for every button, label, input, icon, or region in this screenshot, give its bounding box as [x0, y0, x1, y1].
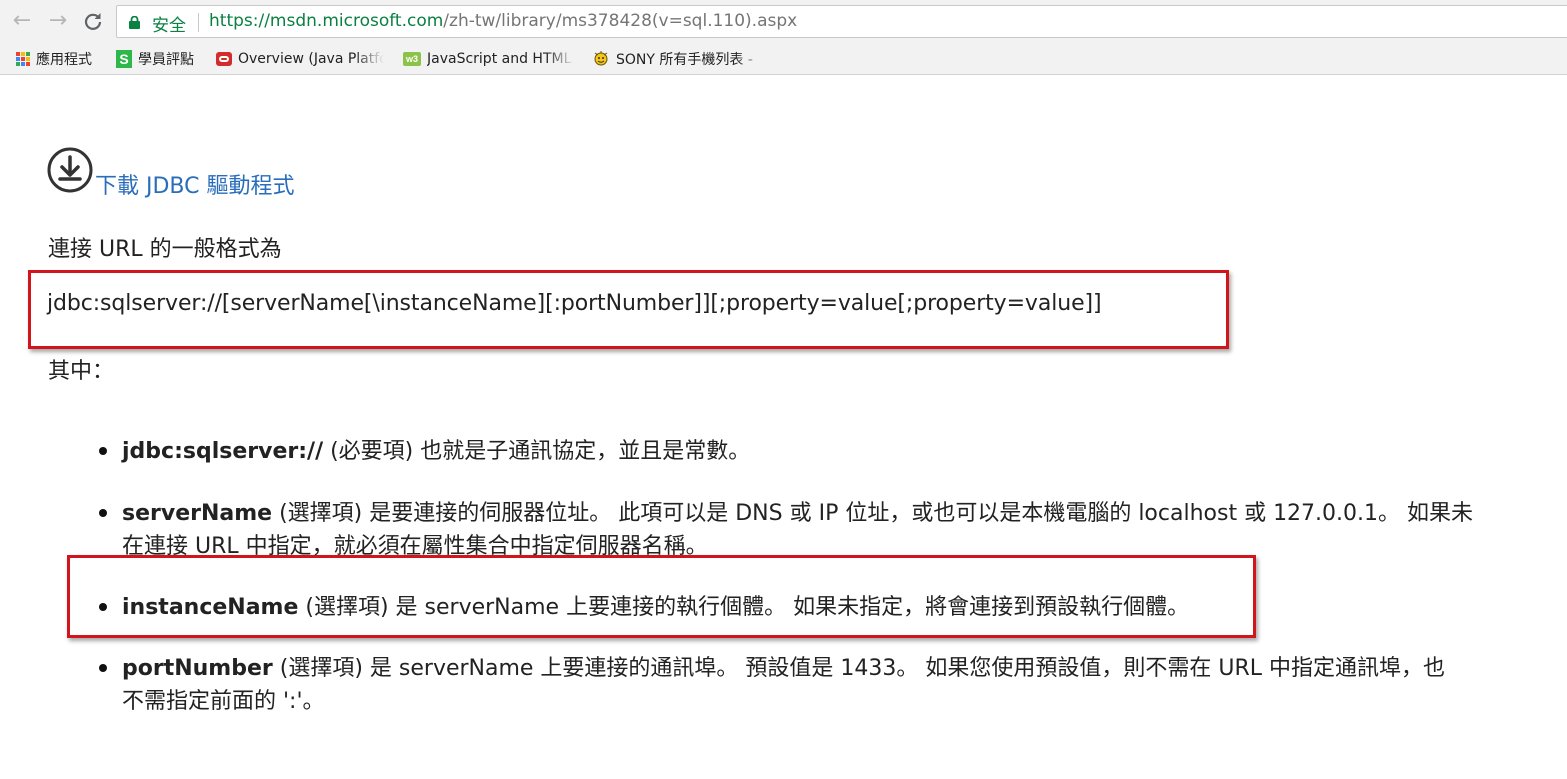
reload-glyph [84, 13, 102, 30]
description: (選擇項) 是要連接的伺服器位址。 此項可以是 DNS 或 IP 位址，或也可以… [272, 501, 1474, 526]
intro-text: 連接 URL 的一般格式為 [48, 237, 282, 262]
w3-icon: w3 [403, 52, 421, 66]
list-item-jdbc-protocol: jdbc:sqlserver:// (必要項) 也就是子通訊協定，並且是常數。 [122, 435, 750, 468]
term: jdbc:sqlserver:// [122, 439, 324, 464]
bookmark-label: SONY 所有手機列表 - [616, 52, 753, 68]
address-bar[interactable]: 安全 https://msdn.microsoft.com/zh-tw/libr… [116, 5, 1567, 38]
s-logo-icon: S [116, 50, 132, 68]
reload-icon[interactable] [79, 7, 107, 35]
download-jdbc-link[interactable]: 下載 JDBC 驅動程式 [95, 168, 294, 200]
list-item-server-name: serverName (選擇項) 是要連接的伺服器位址。 此項可以是 DNS 或… [122, 497, 1473, 563]
bookmark-sony-phones[interactable]: SONY 所有手機列表 - [592, 48, 766, 70]
description-continued: 不需指定前面的 ':'。 [122, 689, 325, 714]
bookmarks-bar: 應用程式 S 學員評點 Overview (Java Platfo w3 Jav… [0, 44, 1567, 75]
bookmark-label: Overview (Java Platfo [238, 51, 384, 67]
oracle-icon [216, 52, 232, 66]
url-separator [198, 13, 199, 32]
page-content: 下載 JDBC 驅動程式 連接 URL 的一般格式為 jdbc:sqlserve… [0, 76, 1567, 779]
bullet [99, 509, 107, 517]
bookmark-java-overview[interactable]: Overview (Java Platfo [216, 48, 384, 70]
forward-arrow-icon[interactable]: → [44, 7, 72, 35]
bullet [99, 447, 107, 455]
bookmark-label: JavaScript and HTML [427, 51, 572, 67]
where-text: 其中： [48, 359, 115, 384]
bullet [99, 664, 107, 672]
sony-icon [594, 51, 608, 66]
bookmark-apps[interactable]: 應用程式 [16, 48, 92, 70]
list-item-port-number: portNumber (選擇項) 是 serverName 上要連接的通訊埠。 … [122, 652, 1445, 718]
bookmark-student-rating[interactable]: S 學員評點 [116, 48, 194, 70]
url-host: https://msdn.microsoft.com [209, 11, 444, 31]
description: (選擇項) 是 serverName 上要連接的通訊埠。 預設值是 1433。 … [272, 656, 1446, 681]
apps-grid-icon [16, 52, 30, 66]
highlight-box-instance-name [67, 555, 1256, 638]
highlight-box-url-format [28, 270, 1229, 349]
secure-label: 安全 [152, 16, 186, 36]
bookmark-label: 學員評點 [138, 52, 194, 68]
description: (必要項) 也就是子通訊協定，並且是常數。 [323, 439, 751, 464]
url-path: /zh-tw/library/ms378428(v=sql.110).aspx [443, 11, 798, 31]
bookmark-javascript-html[interactable]: w3 JavaScript and HTML [403, 48, 575, 70]
term: portNumber [122, 656, 273, 681]
term: serverName [122, 501, 273, 526]
lock-icon [129, 16, 140, 29]
browser-toolbar: ← → 安全 https://msdn.microsoft.com/zh-tw/… [0, 0, 1567, 44]
back-arrow-icon[interactable]: ← [8, 7, 36, 35]
bookmark-label: 應用程式 [36, 52, 92, 68]
url-text[interactable]: https://msdn.microsoft.com/zh-tw/library… [209, 11, 797, 31]
download-icon[interactable] [46, 146, 94, 194]
